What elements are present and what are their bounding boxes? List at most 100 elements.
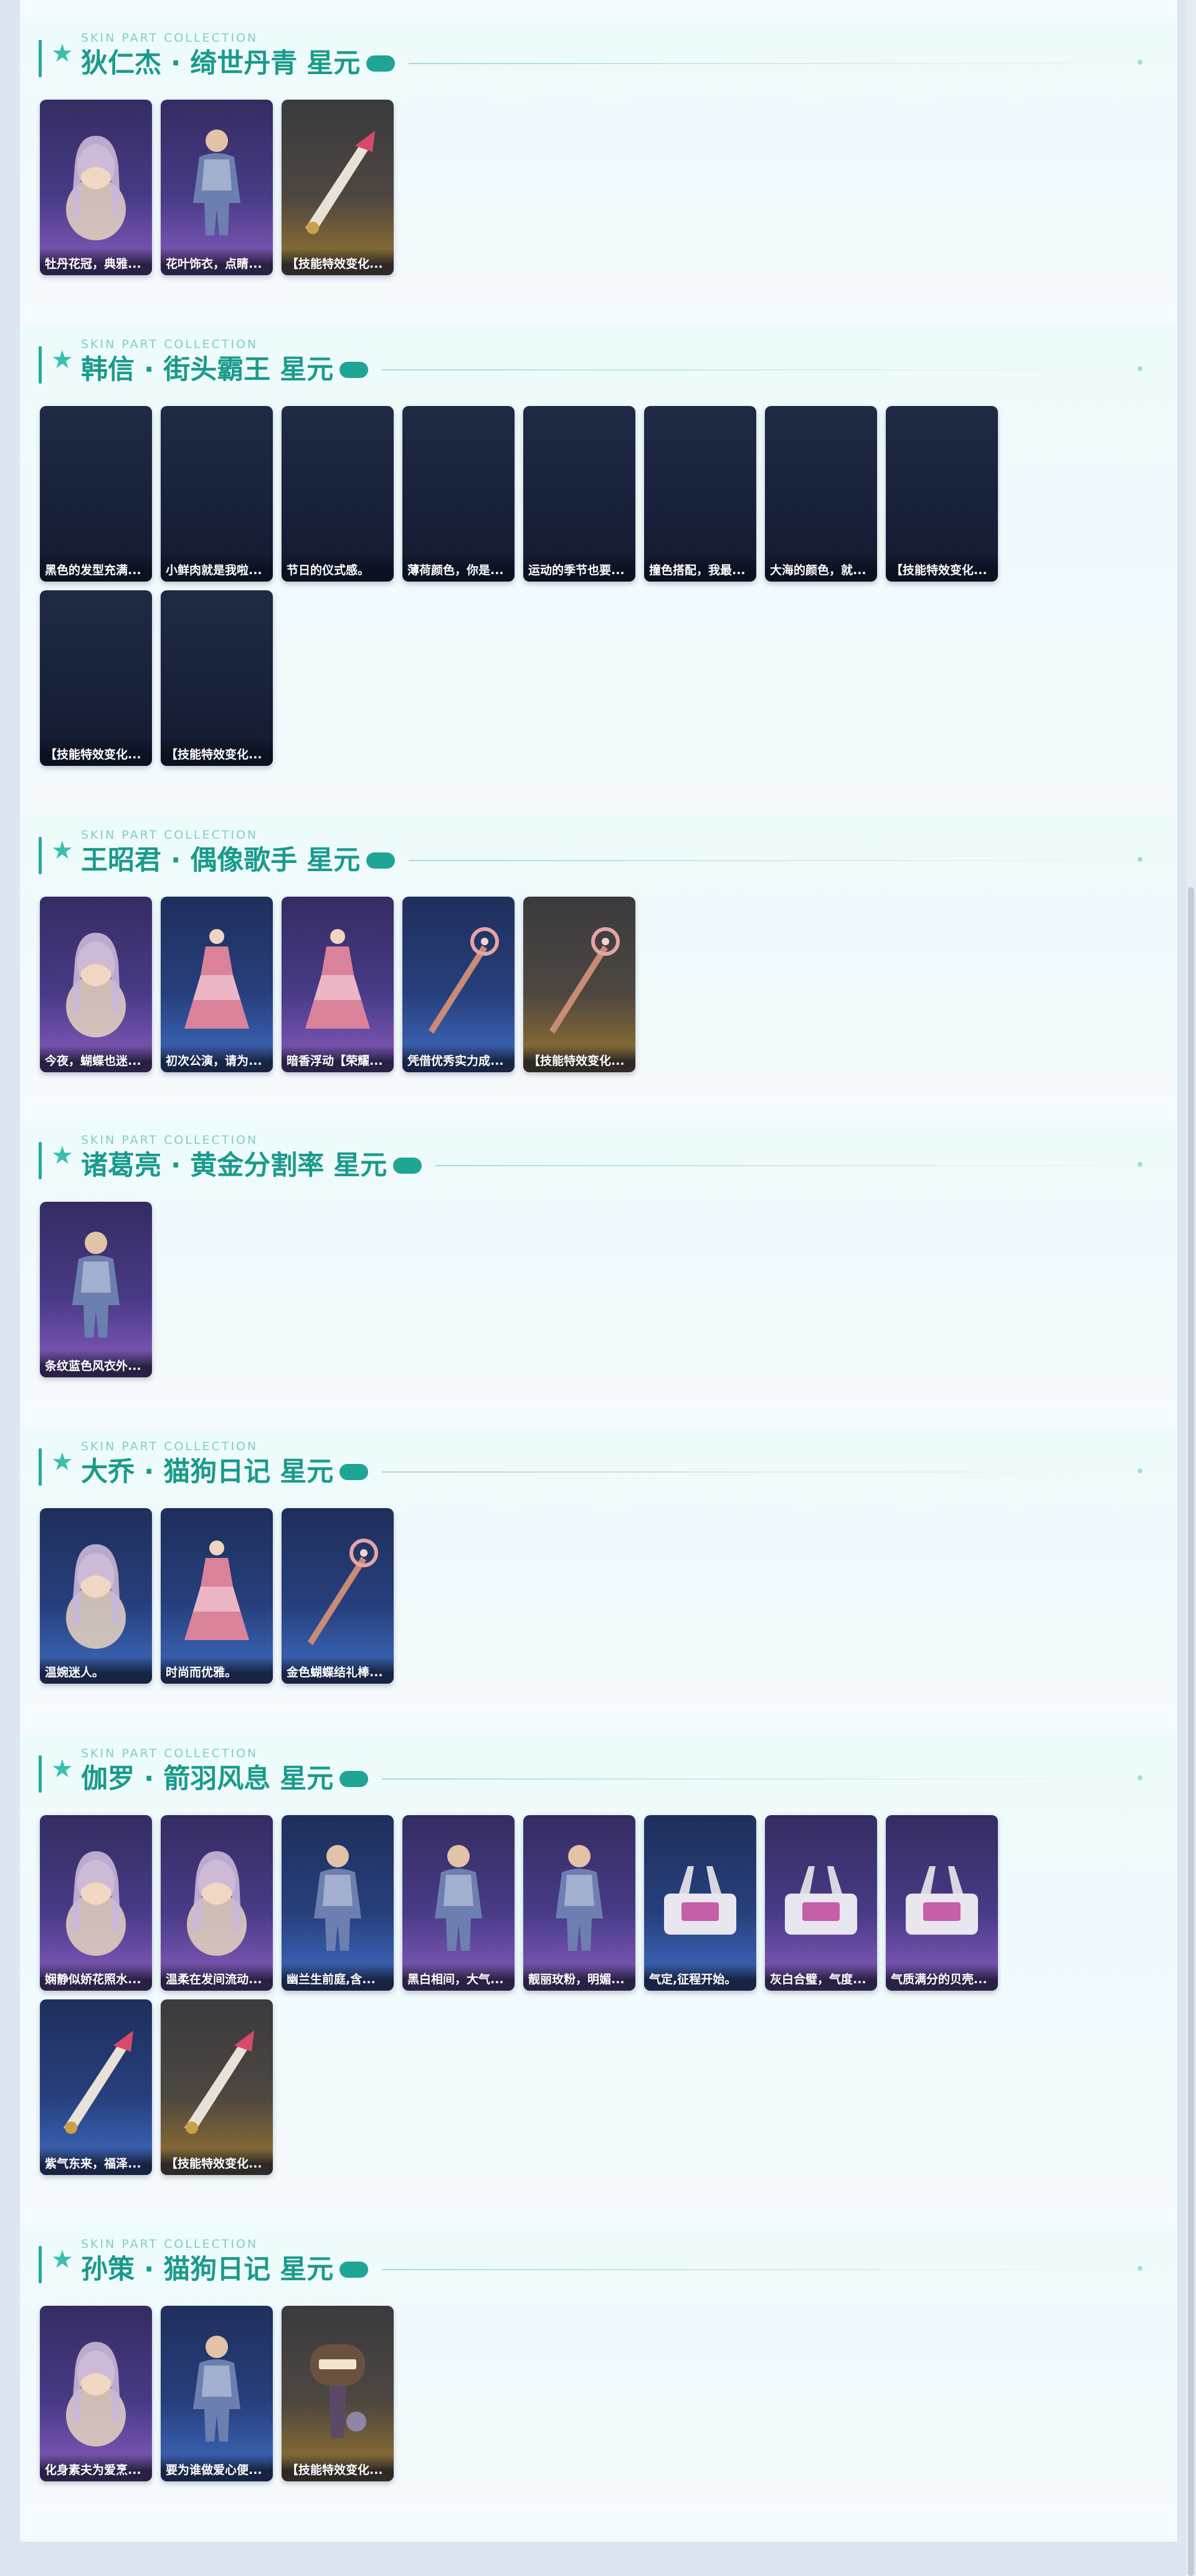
weapon-icon [294,122,381,240]
character-portrait-icon [52,919,140,1037]
section-title: 大乔 · 猫狗日记 星元 [81,1456,334,1488]
decor-dot [1137,1775,1142,1780]
accent-bar [39,1755,42,1793]
divider-line [382,1778,1130,1780]
divider-line [382,369,1130,370]
section-title: 狄仁杰 · 绮世丹青 星元 [81,48,361,79]
divider-line [409,860,1157,861]
skin-part-card[interactable]: 温婉迷人。 [40,1508,152,1684]
divider-line [409,63,1157,64]
skin-part-card[interactable]: 时尚而优雅。 [161,1508,273,1684]
scrollbar-thumb[interactable] [1188,887,1194,2576]
skin-part-label: 气质满分的贝壳... [886,1963,998,1991]
skin-part-card[interactable]: 条纹蓝色风衣外... [40,1202,152,1377]
section-title: 孙策 · 猫狗日记 星元 [81,2254,334,2285]
skin-part-label: 娴静似娇花照水... [40,1963,152,1991]
bag-icon [777,1838,865,1956]
skin-part-card[interactable]: 温柔在发间流动... [161,1815,273,1991]
skin-part-grid: 黑色的发型充满... 小鲜肉就是我啦... 节日的仪式感。 薄荷颜色，你是... 运动的… [40,406,1049,766]
skin-part-label: 凭借优秀实力成... [402,1045,515,1072]
skin-part-card[interactable]: 运动的季节也要... [523,406,635,582]
skin-part-card[interactable]: 【技能特效变化... [161,1999,273,2175]
skin-part-label: 条纹蓝色风衣外... [40,1350,152,1377]
section-header: ★ SKIN PART COLLECTION 诸葛亮 · 黄金分割率 星元 [39,1128,1177,1181]
skin-part-label: 化身素夫为爱烹... [40,2454,152,2481]
skin-part-label: 【技能特效变化... [161,2148,273,2175]
section-header: ★ SKIN PART COLLECTION 王昭君 · 偶像歌手 星元 [39,823,1177,876]
skin-part-card[interactable]: 黑白相间，大气... [402,1815,515,1991]
skin-part-label: 金色蝴蝶结礼棒... [282,1656,394,1684]
costume-figure-icon [52,1224,140,1342]
skin-part-card[interactable]: 暗香浮动【荣耀... [282,897,394,1072]
skin-part-card[interactable]: 靓丽玫粉，明媚... [523,1815,635,1991]
skin-part-card[interactable]: 化身素夫为爱烹... [40,2306,152,2481]
skin-part-card[interactable]: 【技能特效变化... [161,590,273,766]
skin-part-label: 温柔在发间流动... [161,1963,273,1991]
skin-part-grid: 娴静似娇花照水... 温柔在发间流动... 幽兰生前庭,含... 黑白相间，大气...… [40,1815,1049,2175]
character-portrait-icon [52,1838,140,1956]
dress-icon [173,919,260,1037]
section-header: ★ SKIN PART COLLECTION 孙策 · 猫狗日记 星元 [39,2232,1177,2285]
section-subtitle: SKIN PART COLLECTION [81,2237,259,2251]
skin-part-card[interactable]: 撞色搭配，我最... [644,406,756,582]
skin-part-card[interactable]: 气定,征程开始。 [644,1815,756,1991]
skin-part-card[interactable]: 要为谁做爱心便... [161,2306,273,2481]
skin-part-label: 时尚而优雅。 [161,1656,273,1684]
skin-part-card[interactable]: 牡丹花冠，典雅... [40,100,152,275]
skin-part-card[interactable]: 【技能特效变化... [282,100,394,275]
section-title: 诸葛亮 · 黄金分割率 星元 [81,1150,387,1181]
skin-part-label: 【技能特效变化... [40,738,152,766]
decor-dot [1137,2266,1142,2271]
star-icon: ★ [51,836,74,865]
skin-part-card[interactable]: 灰白合璧，气度... [765,1815,877,1991]
skin-section: ★ SKIN PART COLLECTION 大乔 · 猫狗日记 星元 温婉迷人… [20,1427,1177,1701]
section-subtitle: SKIN PART COLLECTION [81,1440,259,1453]
skin-part-card[interactable]: 凭借优秀实力成... [402,897,515,1072]
costume-figure-icon [173,122,260,240]
skin-part-card[interactable]: 黑色的发型充满... [40,406,152,582]
skin-part-label: 紫气东来，福泽... [40,2148,152,2175]
skin-part-card[interactable]: 【技能特效变化... [40,590,152,766]
content-panel: ★ SKIN PART COLLECTION 狄仁杰 · 绮世丹青 星元 牡丹花… [20,0,1177,2542]
decor-dot [1137,857,1142,862]
star-icon: ★ [51,1448,74,1476]
accent-bar [39,1142,42,1179]
skin-part-card[interactable]: 大海的颜色，就... [765,406,877,582]
skin-part-card[interactable]: 【技能特效变化... [523,897,635,1072]
skin-part-card[interactable]: 紫气东来，福泽... [40,1999,152,2175]
skin-section: ★ SKIN PART COLLECTION 王昭君 · 偶像歌手 星元 今夜，… [20,816,1177,1090]
skin-part-card[interactable]: 小鲜肉就是我啦... [161,406,273,582]
skin-part-card[interactable]: 节日的仪式感。 [282,406,394,582]
star-icon: ★ [51,1141,74,1170]
skin-part-card[interactable]: 薄荷颜色，你是... [402,406,515,582]
star-icon: ★ [51,346,74,374]
dress-icon [294,919,381,1037]
skin-part-label: 薄荷颜色，你是... [402,554,515,582]
skin-part-label: 节日的仪式感。 [282,554,394,582]
section-title: 王昭君 · 偶像歌手 星元 [81,845,361,876]
section-header: ★ SKIN PART COLLECTION 伽罗 · 箭羽风息 星元 [39,1742,1177,1795]
skin-part-label: 【技能特效变化... [282,2454,394,2481]
skin-part-card[interactable]: 娴静似娇花照水... [40,1815,152,1991]
skin-part-card[interactable]: 今夜，蝴蝶也迷... [40,897,152,1072]
skin-part-label: 【技能特效变化... [523,1045,635,1072]
skin-part-card[interactable]: 金色蝴蝶结礼棒... [282,1508,394,1684]
divider-line [435,1165,1177,1166]
divider-line [382,1471,1130,1473]
skin-part-card[interactable]: 气质满分的贝壳... [886,1815,998,1991]
skin-part-card[interactable]: 初次公演，请为... [161,897,273,1072]
dress-icon [173,1531,260,1649]
character-portrait-icon [173,1838,260,1956]
status-pill [393,1158,422,1174]
skin-part-card[interactable]: 【技能特效变化... [886,406,998,582]
skin-part-card[interactable]: 花叶饰衣，点睛... [161,100,273,275]
skin-part-label: 花叶饰衣，点睛... [161,248,273,275]
skin-part-grid: 牡丹花冠，典雅... 花叶饰衣，点睛... 【技能特效变化... [40,100,1049,275]
status-pill [339,1464,369,1480]
skin-part-label: 【技能特效变化... [282,248,394,275]
staff-icon [294,1531,381,1649]
skin-part-card[interactable]: 幽兰生前庭,含... [282,1815,394,1991]
bag-icon [898,1838,985,1956]
skin-part-card[interactable]: 【技能特效变化... [282,2306,394,2481]
skin-part-label: 幽兰生前庭,含... [282,1963,394,1991]
